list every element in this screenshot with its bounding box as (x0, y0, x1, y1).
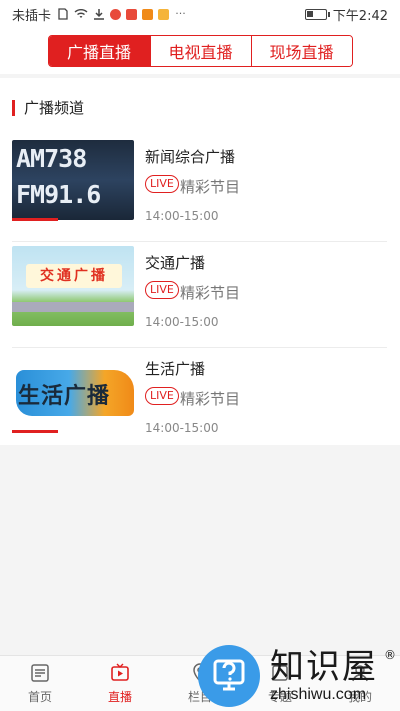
thumbnail-accent-line (12, 218, 58, 221)
thumbnail-text: 交通广播 (26, 264, 122, 288)
tab-home[interactable]: 首页 (0, 656, 80, 711)
section-accent-bar (12, 99, 15, 116)
channel-thumbnail[interactable]: 交通广播 (12, 246, 134, 326)
channel-name: 交通广播 (145, 254, 206, 272)
tab-label: 首页 (27, 690, 52, 704)
program-time: 14:00-15:00 (145, 315, 219, 329)
top-bar: 广播直播 电视直播 现场直播 (0, 28, 400, 74)
live-badge: LIVE (145, 387, 179, 405)
site-watermark: 知识屋 zhishiwu.com ® (198, 640, 400, 711)
registered-mark: ® (384, 648, 396, 662)
clock: 下午2:42 (332, 8, 388, 24)
news-icon (31, 664, 49, 682)
channel-thumbnail[interactable]: 生活广播 (12, 352, 134, 432)
wifi-icon (74, 8, 88, 20)
app-notification-icon (126, 8, 138, 20)
watermark-url: zhishiwu.com (270, 685, 367, 703)
battery-icon (304, 8, 330, 20)
more-icon: ··· (175, 7, 186, 20)
program-name: 精彩节目 (180, 390, 241, 408)
sim-icon (56, 8, 69, 20)
app-notification-icon (142, 8, 154, 20)
program-time: 14:00-15:00 (145, 421, 219, 435)
question-monitor-icon (198, 644, 260, 707)
download-icon (92, 8, 105, 20)
channel-name: 生活广播 (145, 360, 206, 378)
live-badge: LIVE (145, 175, 179, 193)
thumbnail-text: FM91.6 (16, 180, 101, 209)
channel-item[interactable]: 生活广播 生活广播 LIVE 精彩节目 14:00-15:00 (12, 352, 387, 456)
program-name: 精彩节目 (180, 178, 241, 196)
tab-tv-live[interactable]: 电视直播 (149, 36, 251, 66)
divider (12, 241, 387, 242)
divider (12, 347, 387, 348)
watermark-title: 知识屋 (270, 646, 378, 687)
tab-radio-live[interactable]: 广播直播 (48, 36, 150, 66)
app-notification-icon (158, 8, 170, 20)
status-bar: 未插卡 ··· 下午2:42 (0, 0, 400, 28)
thumbnail-accent-line (12, 430, 58, 433)
thumbnail-road (12, 302, 134, 312)
live-type-tabs: 广播直播 电视直播 现场直播 (47, 35, 353, 67)
channel-name: 新闻综合广播 (145, 148, 236, 166)
live-badge: LIVE (145, 281, 179, 299)
carrier-label: 未插卡 (12, 8, 52, 24)
section-header: 广播频道 (12, 97, 84, 118)
section-title: 广播频道 (24, 99, 85, 117)
channel-thumbnail[interactable]: AM738 FM91.6 (12, 140, 134, 220)
thumbnail-text: 生活广播 (18, 383, 111, 409)
program-name: 精彩节目 (180, 284, 241, 302)
program-time: 14:00-15:00 (145, 209, 219, 223)
live-video-icon (111, 663, 129, 681)
app-notification-icon (110, 8, 122, 20)
radio-channel-panel: 广播频道 AM738 FM91.6 新闻综合广播 LIVE 精彩节目 14:00… (0, 78, 400, 445)
tab-onsite-live[interactable]: 现场直播 (250, 36, 352, 66)
tab-label: 直播 (107, 690, 132, 704)
channel-item[interactable]: AM738 FM91.6 新闻综合广播 LIVE 精彩节目 14:00-15:0… (12, 140, 387, 244)
channel-item[interactable]: 交通广播 交通广播 LIVE 精彩节目 14:00-15:00 (12, 246, 387, 350)
thumbnail-text: AM738 (16, 144, 87, 173)
tab-live[interactable]: 直播 (80, 656, 160, 711)
